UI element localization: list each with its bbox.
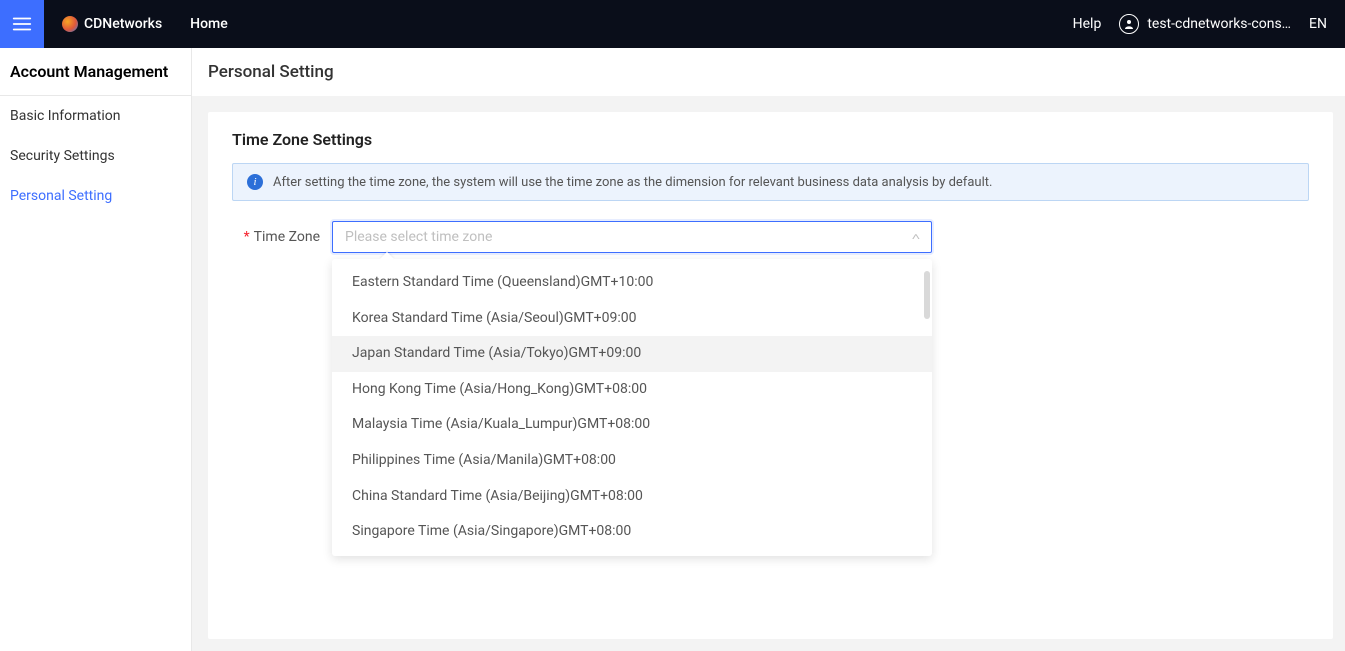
dropdown-option[interactable]: China Standard Time (Asia/Beijing)GMT+08… bbox=[332, 479, 932, 515]
dropdown-option[interactable]: Eastern Standard Time (Queensland)GMT+10… bbox=[332, 265, 932, 301]
dropdown-option[interactable]: Philippines Time (Asia/Manila)GMT+08:00 bbox=[332, 443, 932, 479]
alert-text: After setting the time zone, the system … bbox=[273, 175, 992, 190]
nav-home[interactable]: Home bbox=[180, 16, 238, 32]
body-wrap: Account Management Basic Information Sec… bbox=[0, 48, 1345, 651]
sidebar-item-personal-setting[interactable]: Personal Setting bbox=[0, 176, 191, 216]
timezone-dropdown: Eastern Standard Time (Queensland)GMT+10… bbox=[332, 259, 932, 556]
timezone-select-wrap: Please select time zone ˄ Eastern Standa… bbox=[332, 221, 932, 253]
dropdown-scrollbar[interactable] bbox=[924, 271, 930, 319]
timezone-form-row: *Time Zone Please select time zone ˄ Eas… bbox=[208, 221, 1333, 253]
user-icon bbox=[1119, 14, 1139, 34]
main-content: Personal Setting Time Zone Settings i Af… bbox=[192, 48, 1345, 651]
sidebar-item-basic-info[interactable]: Basic Information bbox=[0, 96, 191, 136]
user-menu[interactable]: test-cdnetworks-cons… bbox=[1119, 14, 1291, 34]
app-header: CDNetworks Home Help test-cdnetworks-con… bbox=[0, 0, 1345, 48]
username-label: test-cdnetworks-cons… bbox=[1147, 16, 1291, 32]
sidebar-item-security[interactable]: Security Settings bbox=[0, 136, 191, 176]
required-star: * bbox=[244, 229, 250, 245]
header-right: Help test-cdnetworks-cons… EN bbox=[1073, 14, 1345, 34]
language-selector[interactable]: EN bbox=[1309, 16, 1327, 32]
content-area: Time Zone Settings i After setting the t… bbox=[192, 96, 1345, 651]
help-link[interactable]: Help bbox=[1073, 16, 1102, 32]
info-icon: i bbox=[247, 174, 263, 190]
chevron-up-icon: ˄ bbox=[912, 232, 921, 243]
dropdown-option[interactable]: Korea Standard Time (Asia/Seoul)GMT+09:0… bbox=[332, 301, 932, 337]
settings-card: Time Zone Settings i After setting the t… bbox=[208, 112, 1333, 639]
info-alert: i After setting the time zone, the syste… bbox=[232, 163, 1309, 201]
dropdown-option[interactable]: Hong Kong Time (Asia/Hong_Kong)GMT+08:00 bbox=[332, 372, 932, 408]
hamburger-icon bbox=[11, 13, 33, 35]
sidebar: Account Management Basic Information Sec… bbox=[0, 48, 192, 651]
brand-name: CDNetworks bbox=[84, 16, 162, 32]
timezone-select[interactable]: Please select time zone ˄ bbox=[332, 221, 932, 253]
logo-icon bbox=[62, 16, 78, 32]
brand-logo[interactable]: CDNetworks bbox=[44, 16, 180, 32]
hamburger-menu-button[interactable] bbox=[0, 0, 44, 48]
page-title: Personal Setting bbox=[192, 48, 1345, 96]
dropdown-option[interactable]: Japan Standard Time (Asia/Tokyo)GMT+09:0… bbox=[332, 336, 932, 372]
timezone-label: *Time Zone bbox=[232, 229, 332, 245]
timezone-label-text: Time Zone bbox=[254, 229, 320, 245]
dropdown-option[interactable]: Singapore Time (Asia/Singapore)GMT+08:00 bbox=[332, 514, 932, 550]
dropdown-option[interactable]: Malaysia Time (Asia/Kuala_Lumpur)GMT+08:… bbox=[332, 407, 932, 443]
sidebar-title: Account Management bbox=[0, 48, 191, 96]
card-title: Time Zone Settings bbox=[208, 130, 1333, 163]
select-placeholder: Please select time zone bbox=[345, 229, 913, 245]
